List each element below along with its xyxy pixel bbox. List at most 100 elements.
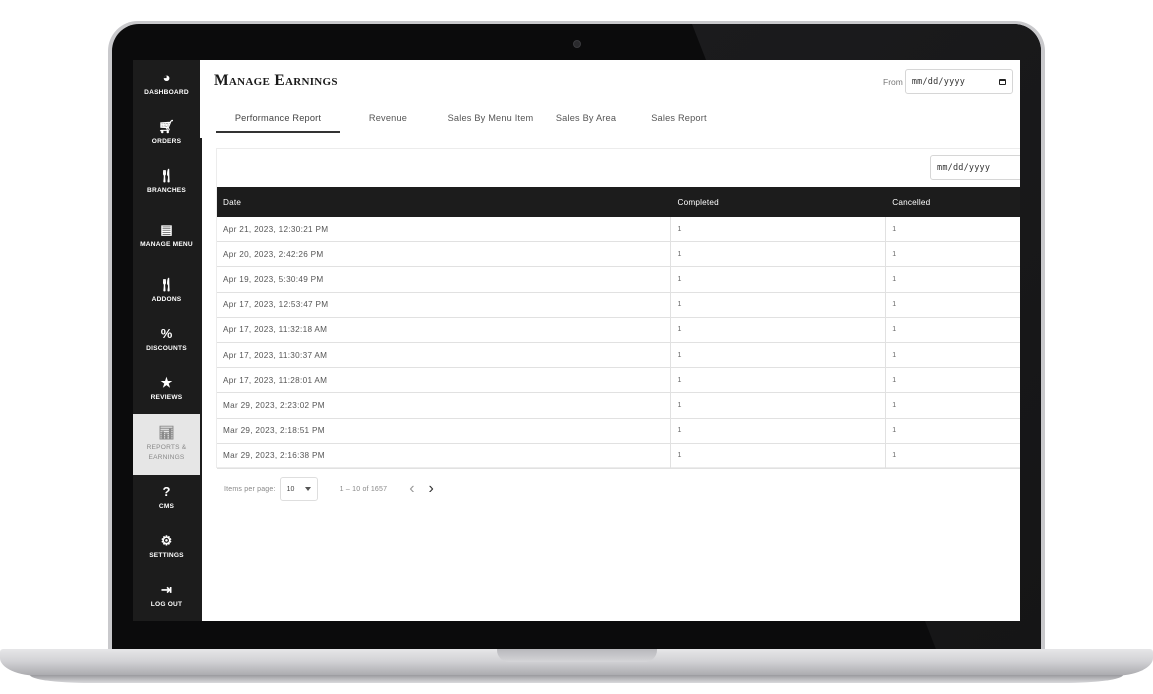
sidebar-item-label: Addons	[151, 296, 182, 304]
date-filter-input[interactable]: mm/dd/yyyy	[930, 155, 1020, 180]
report-tabs: Performance Report Revenue Sales By Menu I…	[216, 106, 731, 133]
tab-sales-by-area[interactable]: Sales By Area	[545, 106, 627, 133]
tab-sales-by-menu-item[interactable]: Sales By Menu Item	[436, 106, 545, 133]
from-label: From	[883, 76, 903, 87]
table-cell-cancelled: 1	[892, 376, 897, 384]
logout-icon: ⇥	[161, 582, 172, 598]
table-cell-date: Apr 17, 2023, 12:53:47 PM	[217, 292, 672, 317]
sidebar: ◕ Dashboard 🛒︎ Orders 🍴︎ Branches ▤ Manage Menu…	[133, 60, 200, 621]
dashboard-icon: ◕	[162, 69, 171, 85]
app-screen: ◕ Dashboard 🛒︎ Orders 🍴︎ Branches ▤ Manage Menu…	[133, 60, 1020, 621]
table-cell-date: Apr 21, 2023, 12:30:21 PM	[217, 217, 672, 242]
sidebar-item-discounts[interactable]: % Discounts	[133, 316, 200, 365]
table-row[interactable]: Mar 29, 2023, 2:18:51 PM 1 1	[217, 418, 1020, 444]
table-cell-completed: 1	[671, 393, 887, 418]
question-icon: ?	[162, 484, 171, 500]
table-row[interactable]: Mar 29, 2023, 2:16:38 PM 1 1	[217, 443, 1020, 469]
table-cell-cancelled: 1	[892, 250, 897, 258]
table-cell-completed: 1	[671, 267, 887, 292]
utensils-icon: 🍴︎	[158, 277, 175, 293]
chevron-left-icon[interactable]: ‹	[409, 481, 414, 497]
laptop-opening-notch	[497, 649, 657, 662]
table-row[interactable]: Apr 21, 2023, 12:30:21 PM 1 1	[217, 217, 1020, 243]
column-header-cancelled[interactable]: Cancelled	[886, 187, 1020, 217]
column-header-completed[interactable]: Completed	[671, 187, 886, 217]
tab-performance-report[interactable]: Performance Report	[216, 106, 340, 133]
caret-down-icon	[304, 487, 311, 491]
table-header: Date Completed Cancelled	[217, 187, 1020, 217]
table-cell-date: Apr 19, 2023, 5:30:49 PM	[217, 267, 672, 292]
camera-icon	[573, 40, 581, 48]
table-cell-date: Apr 17, 2023, 11:30:37 AM	[217, 342, 672, 368]
sidebar-item-label: Branches	[147, 186, 186, 194]
sidebar-item-manage-menu[interactable]: ▤ Manage Menu	[133, 206, 200, 267]
table-cell-date: Apr 20, 2023, 2:42:26 PM	[217, 242, 672, 267]
items-per-page-select[interactable]: 10	[279, 477, 318, 501]
performance-table: Date Completed Cancelled Apr 21, 2023, 12:…	[217, 187, 1020, 469]
calendar-icon[interactable]	[998, 78, 1006, 85]
tab-sales-report[interactable]: Sales Report	[627, 106, 731, 133]
from-date-filter: From mm/dd/yyyy	[883, 69, 1013, 94]
sidebar-item-label: Orders	[151, 137, 182, 145]
column-header-date[interactable]: Date	[217, 187, 671, 217]
sidebar-item-dashboard[interactable]: ◕ Dashboard	[133, 60, 200, 109]
sidebar-item-settings[interactable]: ⚙ Settings	[133, 523, 200, 572]
sidebar-item-orders[interactable]: 🛒︎ Orders	[133, 109, 200, 158]
from-date-value: mm/dd/yyyy	[911, 76, 966, 87]
sidebar-item-reviews[interactable]: ★ Reviews	[133, 365, 200, 414]
menu-book-icon: ▤	[160, 222, 173, 238]
table-cell-cancelled: 1	[892, 301, 897, 309]
tab-revenue[interactable]: Revenue	[340, 106, 436, 133]
sidebar-item-addons[interactable]: 🍴︎ Addons	[133, 267, 200, 316]
paginator: Items per page: 10 1 – 10 of 1657 ‹ ›	[224, 477, 434, 501]
sidebar-item-label: Manage Menu	[140, 241, 193, 249]
table-row[interactable]: Mar 29, 2023, 2:23:02 PM 1 1	[217, 393, 1020, 419]
table-cell-completed: 1	[671, 217, 887, 242]
chevron-right-icon[interactable]: ›	[429, 481, 434, 497]
table-cell-date: Apr 17, 2023, 11:32:18 AM	[217, 317, 672, 342]
table-row[interactable]: Apr 17, 2023, 12:53:47 PM 1 1	[217, 292, 1020, 318]
table-row[interactable]: Apr 19, 2023, 5:30:49 PM 1 1	[217, 267, 1020, 293]
table-cell-cancelled: 1	[892, 452, 897, 460]
table-cell-cancelled: 1	[892, 401, 897, 409]
table-cell-completed: 1	[671, 317, 887, 342]
page-title: Manage Earnings	[214, 72, 338, 89]
table-cell-completed: 1	[671, 292, 887, 317]
laptop-base-edge	[30, 675, 1123, 683]
table-body: Apr 21, 2023, 12:30:21 PM 1 1 Apr 20, 2023,…	[217, 217, 1020, 469]
sidebar-item-label: Log Out	[150, 601, 183, 609]
table-cell-completed: 1	[671, 342, 887, 368]
table-row[interactable]: Apr 20, 2023, 2:42:26 PM 1 1	[217, 242, 1020, 268]
table-cell-completed: 1	[671, 443, 887, 468]
table-row[interactable]: Apr 17, 2023, 11:32:18 AM 1 1	[217, 317, 1020, 343]
table-row[interactable]: Apr 17, 2023, 11:28:01 AM 1 1	[217, 368, 1020, 394]
items-per-page-label: Items per page:	[224, 485, 276, 493]
sidebar-item-cms[interactable]: ? CMS	[133, 475, 200, 524]
sidebar-item-label: Dashboard	[144, 88, 189, 96]
bar-chart-icon: 📊︎	[158, 424, 175, 440]
table-cell-cancelled: 1	[892, 351, 897, 359]
cart-icon: 🛒︎	[158, 118, 175, 134]
sidebar-item-reports-earnings[interactable]: 📊︎ Reports & Earnings	[133, 413, 200, 475]
table-cell-date: Apr 17, 2023, 11:28:01 AM	[217, 368, 672, 393]
sidebar-item-label: Reviews	[150, 393, 183, 401]
table-row[interactable]: Apr 17, 2023, 11:30:37 AM 1 1	[217, 342, 1020, 369]
table-cell-completed: 1	[671, 242, 887, 267]
main-content: Manage Earnings From mm/dd/yyyy Performa…	[202, 60, 1020, 621]
table-cell-date: Mar 29, 2023, 2:18:51 PM	[217, 418, 672, 443]
table-cell-cancelled: 1	[892, 275, 897, 283]
report-card: mm/dd/yyyy Date Completed Cancelled Apr 21…	[216, 148, 1020, 469]
table-cell-cancelled: 1	[892, 427, 897, 435]
sidebar-item-log-out[interactable]: ⇥ Log Out	[133, 572, 200, 621]
percent-icon: %	[160, 326, 173, 341]
sidebar-item-branches[interactable]: 🍴︎ Branches	[133, 158, 200, 207]
date-filter-value: mm/dd/yyyy	[937, 162, 991, 173]
table-cell-date: Mar 29, 2023, 2:23:02 PM	[217, 393, 672, 418]
gear-icon: ⚙	[160, 533, 173, 549]
table-cell-date: Mar 29, 2023, 2:16:38 PM	[217, 443, 672, 468]
from-date-input[interactable]: mm/dd/yyyy	[904, 69, 1013, 94]
sidebar-item-label: Discounts	[146, 345, 187, 352]
table-cell-cancelled: 1	[892, 225, 897, 233]
items-per-page-value: 10	[286, 485, 295, 493]
star-icon: ★	[160, 374, 173, 390]
